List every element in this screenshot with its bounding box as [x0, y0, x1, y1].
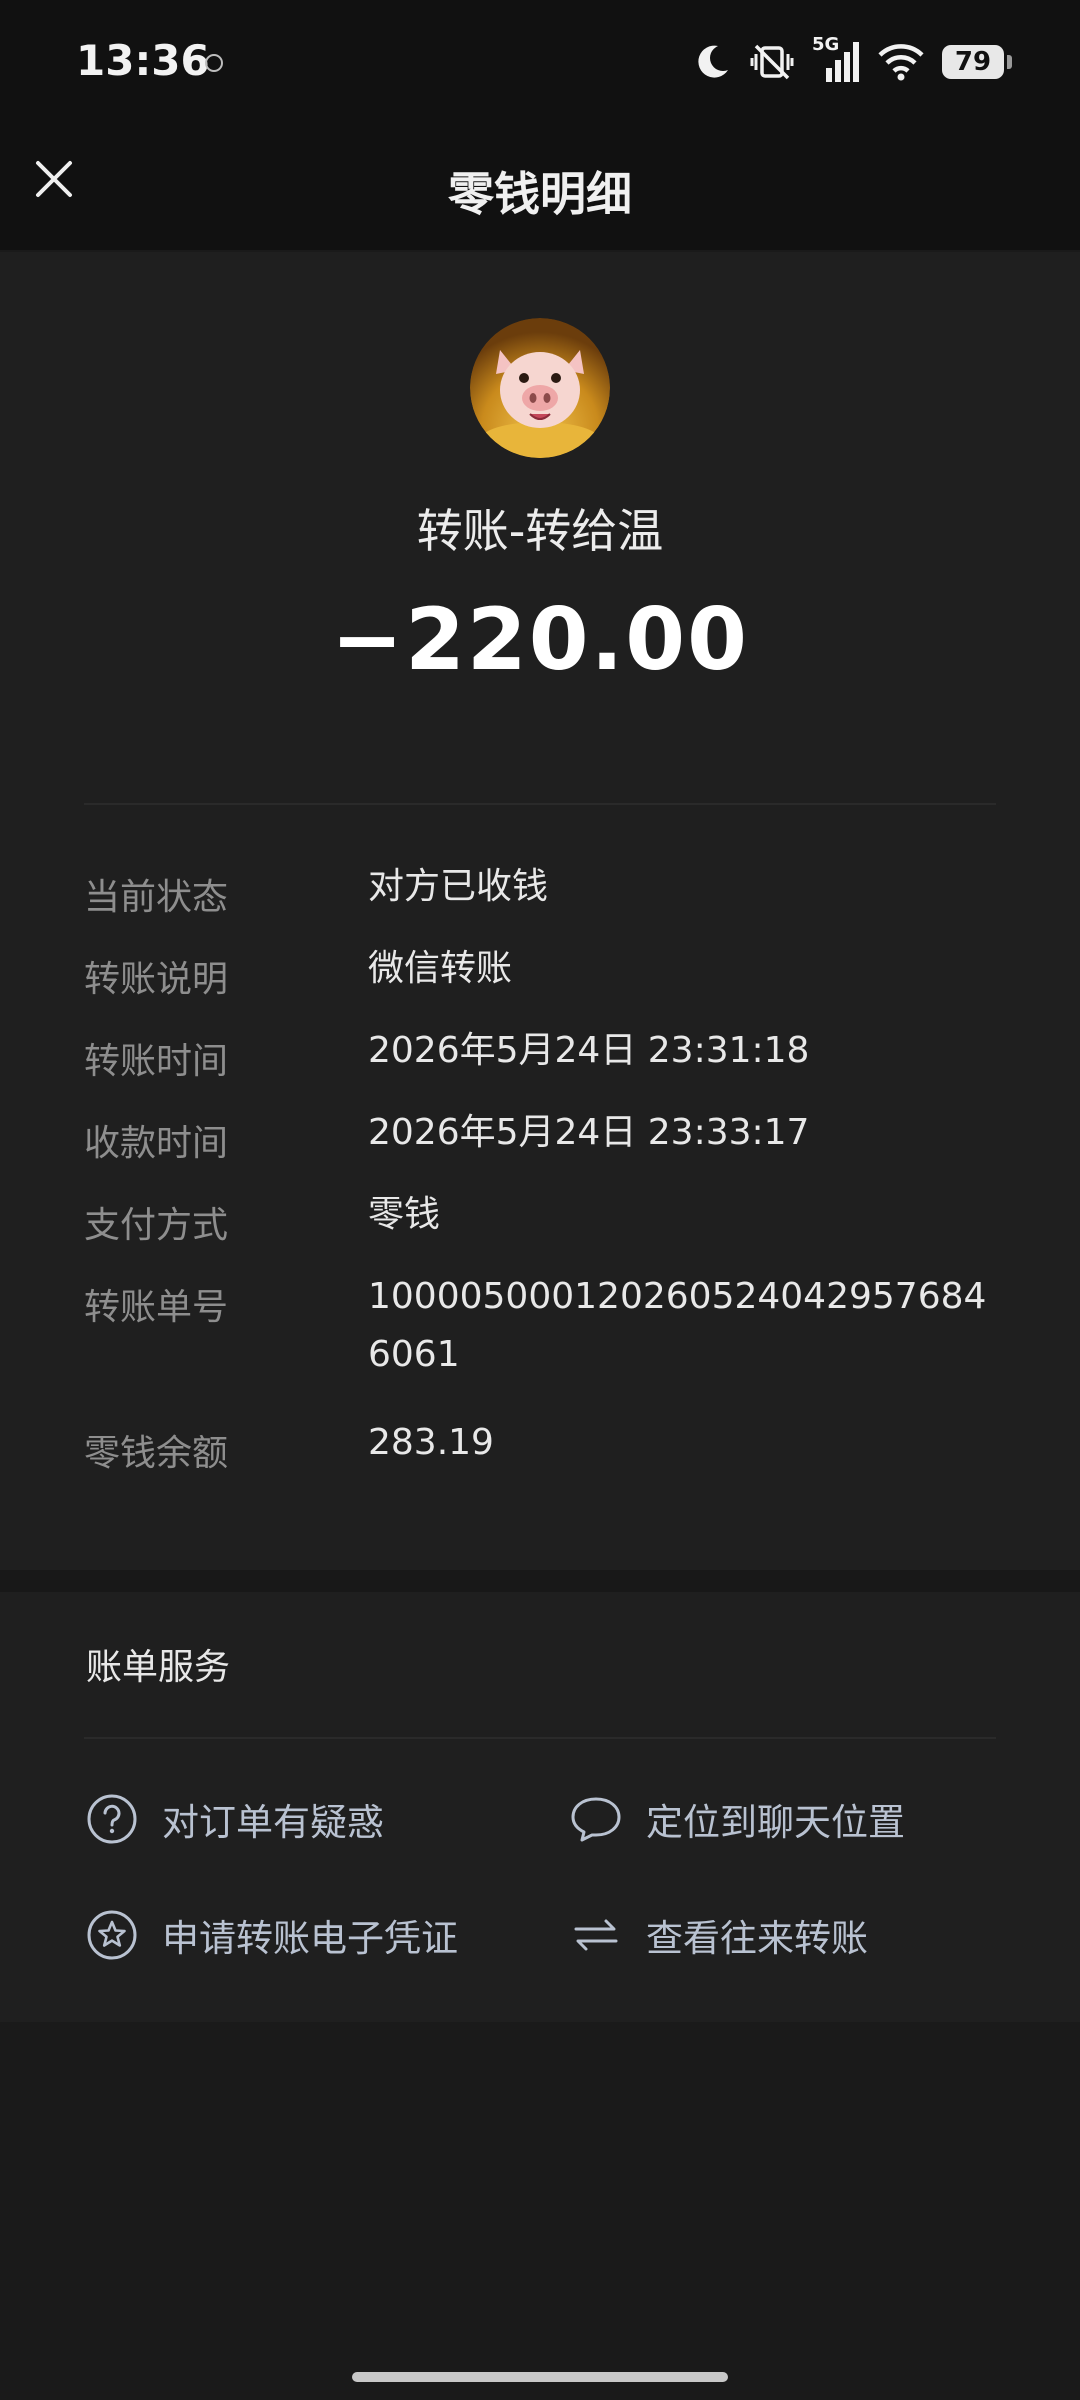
service-label: 对订单有疑惑 — [162, 1801, 384, 1844]
service-label: 申请转账电子凭证 — [162, 1917, 458, 1960]
divider — [84, 803, 996, 805]
detail-label: 转账时间 — [84, 1041, 229, 1082]
swap-arrows-icon — [574, 1919, 618, 1951]
detail-label: 转账单号 — [84, 1287, 229, 1328]
notification-dot-icon — [205, 54, 223, 72]
section-gap — [0, 1570, 1080, 1592]
service-label: 查看往来转账 — [646, 1917, 868, 1960]
transaction-amount: −220.00 — [331, 590, 749, 690]
mute-vibrate-icon — [750, 44, 794, 80]
service-label: 定位到聊天位置 — [646, 1801, 905, 1844]
status-icons: 5G 79 — [692, 34, 1012, 88]
detail-label: 支付方式 — [84, 1205, 229, 1246]
detail-value: 283.19 — [368, 1422, 494, 1463]
pig-avatar-icon — [470, 318, 610, 458]
service-section-title: 账单服务 — [86, 1647, 231, 1688]
detail-label: 零钱余额 — [84, 1433, 229, 1474]
detail-value: 微信转账 — [368, 948, 513, 989]
detail-value: 对方已收钱 — [368, 866, 549, 907]
star-circle-icon — [87, 1910, 137, 1960]
page-title: 零钱明细 — [448, 167, 632, 221]
view-transfers-button[interactable]: 查看往来转账 — [570, 1908, 868, 1962]
signal-icon: 5G — [812, 34, 860, 84]
payee-name: 转账-转给温 — [416, 504, 664, 558]
moon-icon — [698, 45, 728, 78]
detail-label: 转账说明 — [84, 959, 229, 1000]
detail-label: 当前状态 — [84, 877, 229, 918]
apply-receipt-button[interactable]: 申请转账电子凭证 — [86, 1908, 458, 1962]
detail-value: 100005000120260524042957684 6061 — [368, 1276, 987, 1375]
home-indicator[interactable] — [352, 2372, 728, 2382]
wifi-icon — [878, 44, 924, 81]
detail-value: 零钱 — [368, 1194, 441, 1235]
question-circle-icon — [87, 1794, 137, 1844]
avatar — [470, 318, 610, 458]
battery-level: 79 — [954, 47, 992, 77]
detail-label: 收款时间 — [84, 1123, 229, 1164]
status-time: 13:36 — [76, 36, 210, 85]
detail-value: 2026年5月24日 23:31:18 — [368, 1030, 810, 1071]
order-question-button[interactable]: 对订单有疑惑 — [86, 1792, 384, 1846]
divider — [84, 1737, 996, 1739]
locate-chat-button[interactable]: 定位到聊天位置 — [570, 1792, 905, 1846]
chat-bubble-icon — [571, 1797, 621, 1842]
battery-icon: 79 — [942, 45, 1012, 79]
detail-value: 2026年5月24日 23:33:17 — [368, 1112, 810, 1153]
network-type: 5G — [812, 34, 840, 55]
